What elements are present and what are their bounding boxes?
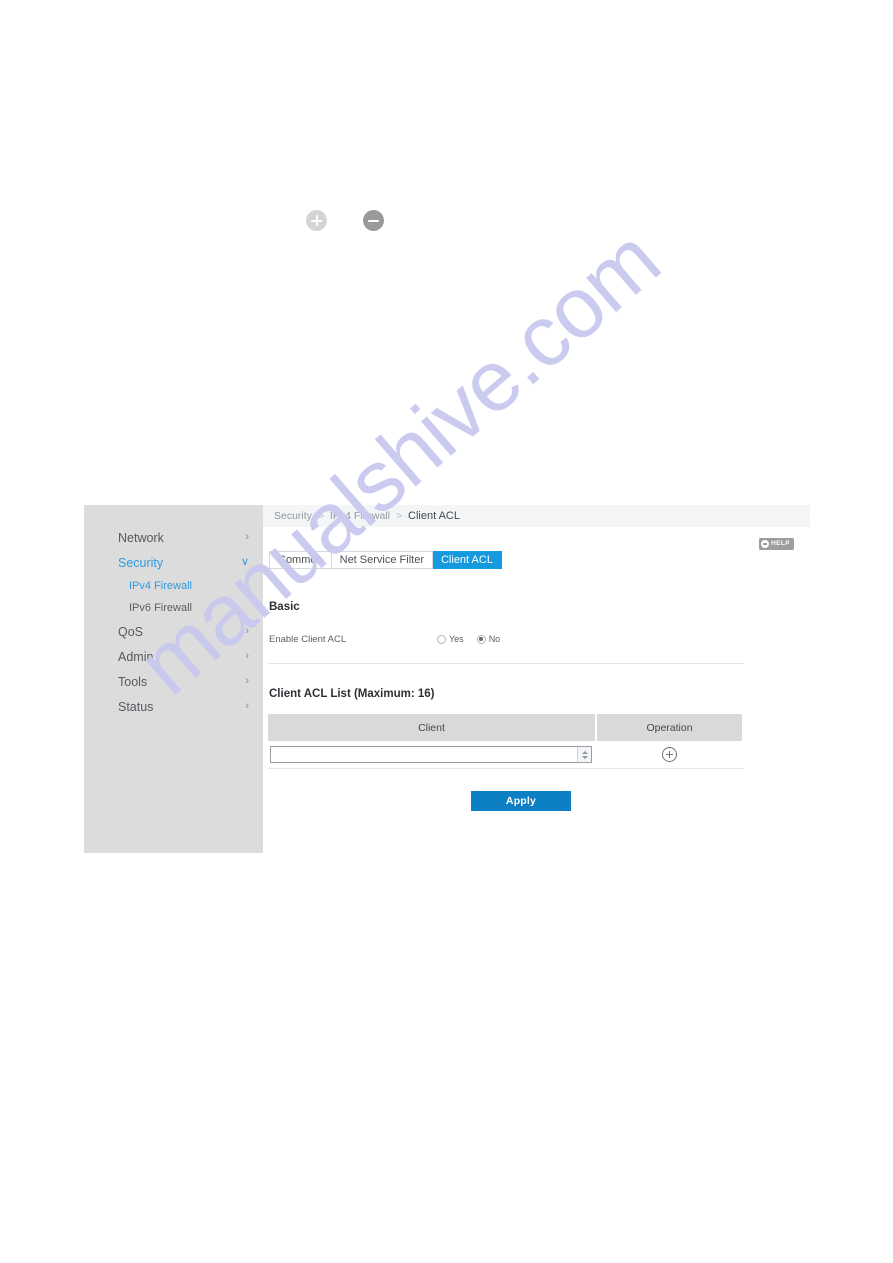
chevron-right-icon: ›: [245, 625, 249, 637]
sidebar-subitem-ipv4-firewall[interactable]: IPv4 Firewall: [84, 575, 263, 597]
sidebar-subitem-label: IPv6 Firewall: [129, 602, 192, 614]
apply-button[interactable]: Apply: [471, 791, 571, 811]
router-admin-panel: Network › Security ∨ IPv4 Firewall IPv6 …: [84, 505, 810, 853]
radio-dot-icon: [476, 634, 486, 644]
client-acl-table: Client Operation: [268, 714, 744, 769]
radio-dot-icon: [437, 634, 446, 644]
content-area: Security > IPv4 Firewall > Client ACL HE…: [263, 505, 810, 853]
sidebar-item-security[interactable]: Security ∨: [84, 550, 263, 575]
breadcrumb-current: Client ACL: [408, 510, 460, 522]
sidebar-subitem-label: IPv4 Firewall: [129, 580, 192, 592]
field-row-enable-client-acl: Enable Client ACL Yes No: [269, 632, 759, 646]
sidebar-item-tools[interactable]: Tools ›: [84, 669, 263, 694]
chevron-right-icon: ›: [245, 650, 249, 662]
sidebar-item-qos[interactable]: QoS ›: [84, 619, 263, 644]
help-label: HELP: [771, 539, 790, 547]
section-divider: [268, 663, 744, 664]
radio-label-no: No: [488, 634, 501, 644]
sidebar-item-network[interactable]: Network ›: [84, 525, 263, 550]
plus-circle-icon[interactable]: [662, 747, 677, 762]
sidebar-item-label: Security: [118, 555, 164, 570]
breadcrumb-level-2[interactable]: IPv4 Firewall: [330, 510, 390, 522]
breadcrumb-level-1[interactable]: Security: [274, 510, 312, 522]
chevron-right-icon: ›: [245, 531, 249, 543]
sidebar-item-label: Admin: [118, 649, 154, 664]
section-title-client-acl-list: Client ACL List (Maximum: 16): [269, 688, 435, 700]
tab-bar: Common Net Service Filter Client ACL: [269, 551, 502, 569]
sidebar-item-status[interactable]: Status ›: [84, 694, 263, 719]
zoom-controls: [306, 210, 406, 234]
tab-net-service-filter[interactable]: Net Service Filter: [331, 551, 433, 569]
plus-circle-icon[interactable]: [306, 210, 327, 231]
chevron-right-icon: ›: [245, 700, 249, 712]
radio-label-yes: Yes: [449, 634, 464, 644]
spinner-down-icon[interactable]: [581, 755, 588, 759]
section-title-basic: Basic: [269, 601, 300, 613]
client-spinner[interactable]: [577, 747, 591, 762]
minus-horizontal-stroke: [368, 219, 379, 222]
cell-client: [268, 741, 597, 768]
column-header-client: Client: [268, 714, 597, 741]
sidebar-item-label: QoS: [118, 624, 144, 639]
chevron-down-icon: ∨: [240, 556, 249, 568]
tab-client-acl[interactable]: Client ACL: [432, 551, 502, 569]
radio-group-enable-client-acl: Yes No: [437, 634, 500, 644]
chevron-right-icon: ›: [245, 675, 249, 687]
column-header-operation: Operation: [597, 714, 742, 741]
spinner-up-icon[interactable]: [581, 750, 588, 754]
sidebar-top-spacer: [84, 505, 263, 525]
sidebar-nav: Network › Security ∨ IPv4 Firewall IPv6 …: [84, 505, 263, 853]
help-button[interactable]: HELP: [759, 538, 794, 550]
plus-vertical-stroke: [315, 215, 318, 226]
sidebar-item-label: Network: [118, 530, 164, 545]
radio-option-yes[interactable]: Yes: [437, 634, 464, 644]
plus-vertical-stroke: [669, 751, 671, 758]
table-row: [268, 741, 744, 769]
breadcrumb: Security > IPv4 Firewall > Client ACL: [274, 510, 460, 522]
table-header-row: Client Operation: [268, 714, 744, 741]
sidebar-item-label: Status: [118, 699, 154, 714]
sidebar-subitem-ipv6-firewall[interactable]: IPv6 Firewall: [84, 597, 263, 619]
breadcrumb-bar: Security > IPv4 Firewall > Client ACL: [263, 505, 810, 527]
breadcrumb-separator-icon: >: [317, 510, 324, 522]
field-label-enable-client-acl: Enable Client ACL: [269, 633, 347, 645]
client-input[interactable]: [271, 747, 577, 762]
cell-operation: [597, 741, 742, 768]
client-input-wrapper: [270, 746, 592, 763]
breadcrumb-separator-icon: >: [395, 510, 403, 522]
sidebar-item-admin[interactable]: Admin ›: [84, 644, 263, 669]
minus-circle-icon[interactable]: [363, 210, 384, 231]
sidebar-item-label: Tools: [118, 674, 148, 689]
radio-option-no[interactable]: No: [476, 634, 501, 644]
help-circle-icon: [761, 540, 770, 548]
tab-common[interactable]: Common: [269, 551, 332, 569]
